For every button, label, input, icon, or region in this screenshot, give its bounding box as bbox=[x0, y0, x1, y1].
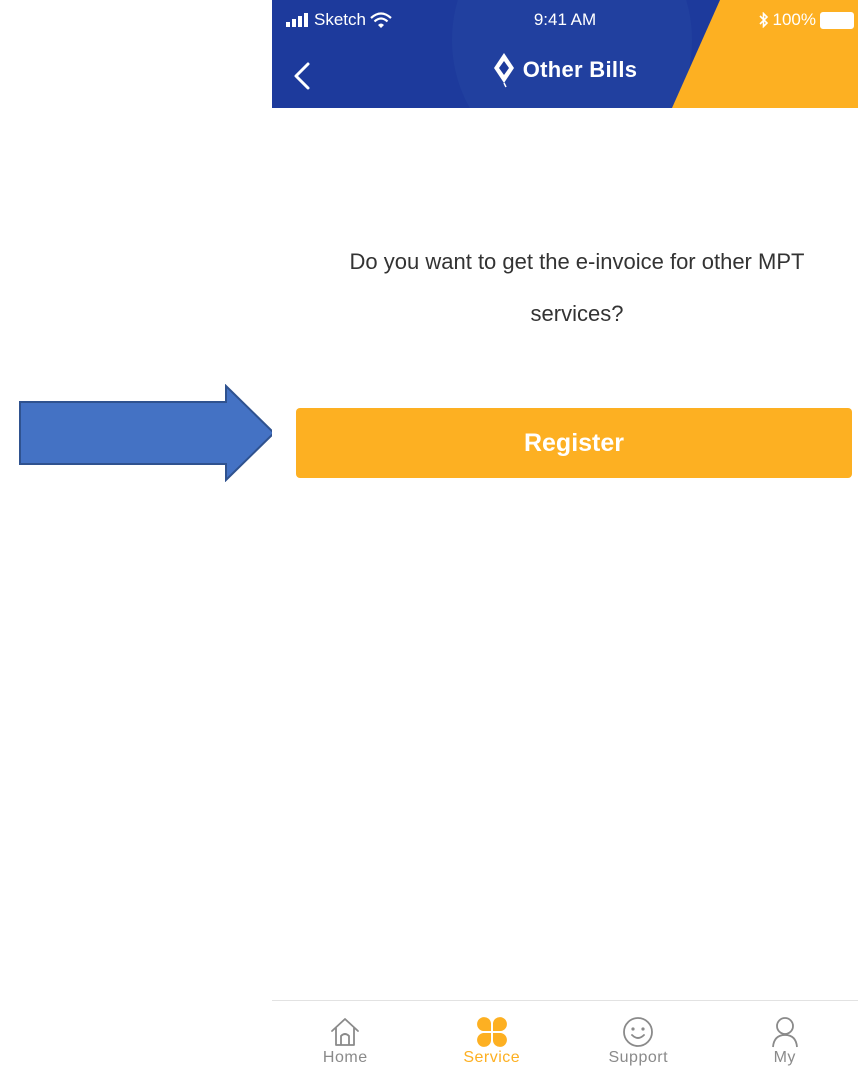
user-icon bbox=[771, 1017, 798, 1048]
tab-home[interactable]: Home bbox=[272, 1001, 419, 1073]
tab-my-label: My bbox=[773, 1049, 796, 1066]
phone-screen: Sketch 9:41 AM 100% Other Bills Do you w… bbox=[272, 0, 858, 1073]
tab-my[interactable]: My bbox=[712, 1001, 858, 1073]
page-title: Other Bills bbox=[522, 57, 638, 82]
status-battery: 100% bbox=[758, 10, 854, 30]
tab-support[interactable]: Support bbox=[565, 1001, 712, 1073]
smiley-icon bbox=[623, 1017, 654, 1047]
question-text: Do you want to get the e-invoice for oth… bbox=[349, 249, 805, 326]
clover-icon bbox=[476, 1017, 507, 1047]
header-title-group: Other Bills bbox=[272, 52, 858, 88]
battery-percent: 100% bbox=[772, 10, 816, 29]
register-button[interactable]: Register bbox=[296, 408, 852, 478]
tab-bar: Home Service Support My bbox=[272, 1000, 858, 1073]
tab-home-label: Home bbox=[322, 1049, 368, 1066]
tab-service-label: Service bbox=[463, 1049, 521, 1066]
tab-support-label: Support bbox=[608, 1049, 669, 1066]
home-icon bbox=[331, 1018, 360, 1046]
annotation-arrow bbox=[19, 384, 276, 482]
battery-icon bbox=[820, 11, 854, 29]
logo-icon bbox=[493, 53, 514, 88]
header-bar: Sketch 9:41 AM 100% Other Bills bbox=[272, 0, 858, 108]
tab-service[interactable]: Service bbox=[419, 1001, 566, 1073]
bluetooth-icon bbox=[758, 12, 768, 28]
